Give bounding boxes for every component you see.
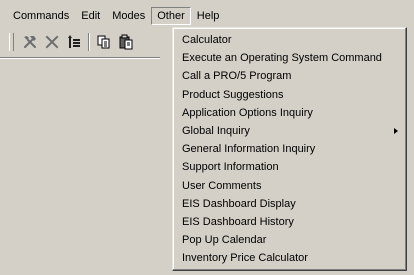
paste-button[interactable] — [115, 31, 137, 53]
toolbar-divider — [0, 57, 160, 59]
tools-button[interactable] — [19, 31, 41, 53]
menu-item-application-options-inquiry[interactable]: Application Options Inquiry — [173, 104, 406, 122]
menu-item-global-inquiry[interactable]: Global Inquiry — [173, 122, 406, 140]
menu-item-call-pro5-program[interactable]: Call a PRO/5 Program — [173, 67, 406, 85]
menu-item-calculator[interactable]: Calculator — [173, 31, 406, 49]
menu-item-support-information[interactable]: Support Information — [173, 158, 406, 176]
toolbar — [9, 30, 137, 54]
toolbar-grip[interactable] — [9, 33, 14, 51]
paste-icon — [119, 34, 133, 50]
list-button[interactable] — [63, 31, 85, 53]
list-icon — [68, 35, 80, 48]
menu-commands[interactable]: Commands — [0, 7, 75, 25]
application-window: Commands Edit Modes Other Help Calculato… — [0, 0, 414, 275]
menu-bar: Commands Edit Modes Other Help — [0, 6, 414, 26]
toolbar-separator — [88, 33, 90, 51]
copy-button[interactable] — [93, 31, 115, 53]
menu-edit[interactable]: Edit — [75, 7, 106, 25]
menu-help[interactable]: Help — [191, 7, 226, 25]
submenu-arrow-icon — [394, 127, 398, 134]
tools-icon — [24, 36, 36, 48]
menu-item-general-information-inquiry[interactable]: General Information Inquiry — [173, 140, 406, 158]
delete-button[interactable] — [41, 31, 63, 53]
menu-item-pop-up-calendar[interactable]: Pop Up Calendar — [173, 231, 406, 249]
menu-item-product-suggestions[interactable]: Product Suggestions — [173, 86, 406, 104]
menu-item-eis-dashboard-history[interactable]: EIS Dashboard History — [173, 213, 406, 231]
other-menu-dropdown: Calculator Execute an Operating System C… — [172, 27, 407, 271]
menu-item-user-comments[interactable]: User Comments — [173, 177, 406, 195]
menu-item-eis-dashboard-display[interactable]: EIS Dashboard Display — [173, 195, 406, 213]
menu-modes[interactable]: Modes — [106, 7, 151, 25]
copy-icon — [97, 35, 110, 49]
delete-icon — [45, 35, 59, 49]
menu-item-inventory-price-calculator[interactable]: Inventory Price Calculator — [173, 249, 406, 267]
menu-other[interactable]: Other — [151, 7, 191, 25]
menu-item-execute-os-command[interactable]: Execute an Operating System Command — [173, 49, 406, 67]
